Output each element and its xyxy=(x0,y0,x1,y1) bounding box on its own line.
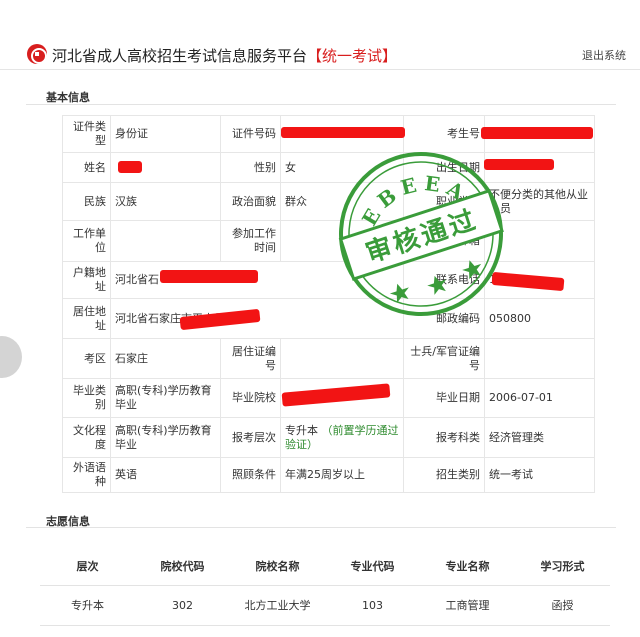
exam-area-label: 考区 xyxy=(62,338,111,379)
info-row: 文化程度 高职(专科)学历教育毕业 报考层次 专升本 （前置学历通过验证） 报考… xyxy=(62,417,595,458)
redaction-mark xyxy=(118,161,142,173)
work-unit-value xyxy=(110,220,221,262)
col-header-major-name: 专业名称 xyxy=(420,547,515,586)
info-row: 民族 汉族 政治面貌 群众 职业类别 不便分类的其他从业人员 xyxy=(62,182,595,221)
birth-date-label: 出生日期 xyxy=(403,152,485,183)
language-value: 英语 xyxy=(110,457,221,493)
graduation-type-label: 毕业类别 xyxy=(62,378,111,418)
apply-level-value: 专升本 （前置学历通过验证） xyxy=(280,417,404,458)
wish-major-name: 工商管理 xyxy=(420,585,515,626)
redaction-mark xyxy=(281,127,405,138)
care-condition-value: 年满25周岁以上 xyxy=(280,457,404,493)
email-label: 电子邮箱 xyxy=(403,220,485,262)
id-type-label: 证件类型 xyxy=(62,115,111,153)
col-header-major-code: 专业代码 xyxy=(325,547,420,586)
col-header-school-name: 院校名称 xyxy=(230,547,325,586)
phone-label: 联系电话 xyxy=(403,261,485,299)
residence-address-label: 居住地址 xyxy=(62,298,111,339)
gender-label: 性别 xyxy=(220,152,281,183)
military-id-value xyxy=(484,338,595,379)
logout-link[interactable]: 退出系统 xyxy=(582,47,626,63)
wish-info-divider xyxy=(26,527,616,528)
redaction-mark xyxy=(481,127,593,139)
residence-permit-label: 居住证编号 xyxy=(220,338,281,379)
language-label: 外语语种 xyxy=(62,457,111,493)
table-row: 专升本 302 北方工业大学 103 工商管理 函授 xyxy=(40,585,610,626)
education-level-value: 高职(专科)学历教育毕业 xyxy=(110,417,221,458)
basic-info-divider xyxy=(26,104,616,105)
enroll-type-value: 统一考试 xyxy=(484,457,595,493)
apply-subject-value: 经济管理类 xyxy=(484,417,595,458)
exam-area-value: 石家庄 xyxy=(110,338,221,379)
graduation-type-value: 高职(专科)学历教育毕业 xyxy=(110,378,221,418)
graduation-date-label: 毕业日期 xyxy=(403,378,485,418)
work-start-value xyxy=(280,220,404,262)
apply-subject-label: 报考科类 xyxy=(403,417,485,458)
apply-level-text: 专升本 xyxy=(285,423,318,437)
education-level-label: 文化程度 xyxy=(62,417,111,458)
basic-info-title: 基本信息 xyxy=(46,91,90,104)
political-status-label: 政治面貌 xyxy=(220,182,281,221)
occupation-label: 职业类别 xyxy=(403,182,485,221)
ethnic-label: 民族 xyxy=(62,182,111,221)
work-unit-label: 工作单位 xyxy=(62,220,111,262)
info-row: 居住地址 河北省石家庄市平山县开 邮政编码 050800 xyxy=(62,298,595,339)
graduation-school-label: 毕业院校 xyxy=(220,378,281,418)
wish-school-name: 北方工业大学 xyxy=(230,585,325,626)
postcode-label: 邮政编码 xyxy=(403,298,485,339)
site-title-text: 河北省成人高校招生考试信息服务平台 xyxy=(52,47,308,65)
col-header-level: 层次 xyxy=(40,547,135,586)
work-start-label: 参加工作时间 xyxy=(220,220,281,262)
wish-school-code: 302 xyxy=(135,585,230,626)
care-condition-label: 照顾条件 xyxy=(220,457,281,493)
wish-major-code: 103 xyxy=(325,585,420,626)
name-label: 姓名 xyxy=(62,152,111,183)
ethnic-value: 汉族 xyxy=(110,182,221,221)
wish-level: 专升本 xyxy=(40,585,135,626)
id-number-label: 证件号码 xyxy=(220,115,281,153)
household-address-label: 户籍地址 xyxy=(62,261,111,299)
occupation-value: 不便分类的其他从业人员 xyxy=(484,182,595,221)
military-id-label: 士兵/军官证编号 xyxy=(403,338,485,379)
col-header-study-mode: 学习形式 xyxy=(515,547,610,586)
exam-type-tag: 【统一考试】 xyxy=(307,47,398,65)
postcode-value: 050800 xyxy=(484,298,595,339)
info-row: 工作单位 参加工作时间 电子邮箱 xyxy=(62,220,595,262)
side-scroll-button[interactable] xyxy=(0,336,22,378)
top-bar: 河北省成人高校招生考试信息服务平台【统一考试】 退出系统 xyxy=(0,40,640,70)
enroll-type-label: 招生类别 xyxy=(403,457,485,493)
graduation-date-value: 2006-07-01 xyxy=(484,378,595,418)
info-row: 外语语种 英语 照顾条件 年满25周岁以上 招生类别 统一考试 xyxy=(62,457,595,493)
apply-level-label: 报考层次 xyxy=(220,417,281,458)
email-value xyxy=(484,220,595,262)
basic-info-table: 证件类型 身份证 证件号码 13 考生号 姓名 性别 女 出生日期 民族 汉族 … xyxy=(62,115,595,493)
info-row: 考区 石家庄 居住证编号 士兵/军官证编号 xyxy=(62,338,595,379)
site-title: 河北省成人高校招生考试信息服务平台【统一考试】 xyxy=(52,45,397,66)
col-header-school-code: 院校代码 xyxy=(135,547,230,586)
residence-permit-value xyxy=(280,338,404,379)
exam-number-label: 考生号 xyxy=(403,115,485,153)
platform-logo-icon xyxy=(27,44,47,64)
redaction-mark xyxy=(484,159,554,170)
gender-value: 女 xyxy=(280,152,404,183)
wish-header-row: 层次 院校代码 院校名称 专业代码 专业名称 学习形式 xyxy=(40,547,610,586)
wish-table: 层次 院校代码 院校名称 专业代码 专业名称 学习形式 专升本 302 北方工业… xyxy=(40,547,610,626)
id-type-value: 身份证 xyxy=(110,115,221,153)
redaction-mark xyxy=(160,270,258,283)
political-status-value: 群众 xyxy=(280,182,404,221)
wish-study-mode: 函授 xyxy=(515,585,610,626)
